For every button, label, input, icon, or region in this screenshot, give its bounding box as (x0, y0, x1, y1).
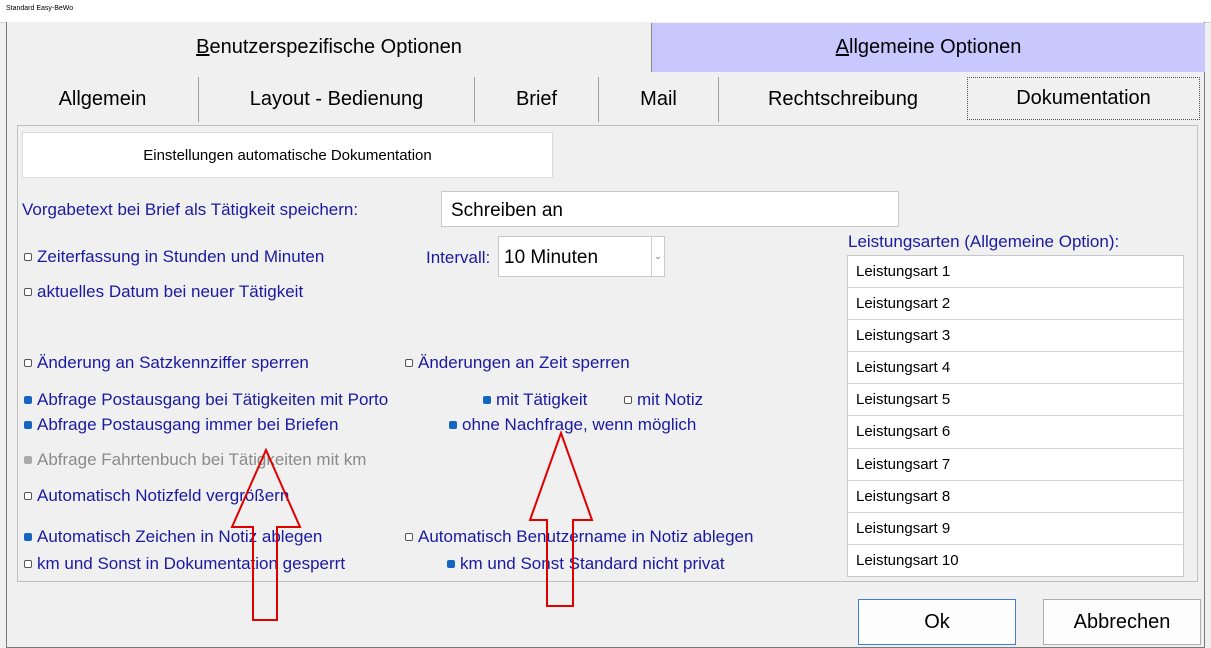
tab-label: Rechtschreibung (767, 88, 919, 110)
list-item[interactable]: Leistungsart 4 (848, 352, 1183, 385)
checkbox-label: mit Notiz (637, 390, 704, 409)
tab-label: Brief (515, 88, 558, 110)
checkbox-box (405, 359, 413, 367)
window-title: Standard Easy-BeWo (6, 5, 74, 12)
tab-mail[interactable]: Mail (599, 77, 719, 122)
checkbox-label: Automatisch Notizfeld vergrößern (37, 486, 290, 505)
tab-allgemeine-optionen[interactable]: Allgemeine Optionen (652, 23, 1205, 72)
leistungsarten-list[interactable]: Leistungsart 1 Leistungsart 2 Leistungsa… (847, 255, 1184, 577)
checkbox-label: Änderung an Satzkennziffer sperren (37, 353, 309, 372)
checkbox-label: Zeiterfassung in Stunden und Minuten (37, 247, 325, 266)
vorgabetext-label: Vorgabetext bei Brief als Tätigkeit spei… (22, 200, 359, 219)
vorgabetext-input[interactable]: Schreiben an (441, 191, 899, 227)
ohne-nachfrage-checkbox[interactable]: ohne Nachfrage, wenn möglich (449, 415, 696, 435)
list-item[interactable]: Leistungsart 10 (848, 545, 1183, 577)
tab-label: Mail (640, 88, 677, 110)
tab-label-mnemonic: B (196, 36, 210, 58)
checkbox-box (24, 359, 32, 367)
km-gesperrt-checkbox[interactable]: km und Sonst in Dokumentation gesperrt (24, 554, 345, 574)
fahrtenbuch-checkbox: Abfrage Fahrtenbuch bei Tätigkeiten mit … (24, 450, 366, 470)
checkbox-box (449, 421, 457, 429)
notizfeld-checkbox[interactable]: Automatisch Notizfeld vergrößern (24, 486, 289, 506)
title-bar: Standard Easy-BeWo (0, 0, 1211, 23)
checkbox-box (24, 396, 32, 404)
list-item[interactable]: Leistungsart 6 (848, 416, 1183, 449)
zeichen-notiz-checkbox[interactable]: Automatisch Zeichen in Notiz ablegen (24, 527, 322, 547)
satzkennziffer-checkbox[interactable]: Änderung an Satzkennziffer sperren (24, 353, 309, 373)
checkbox-box (24, 533, 32, 541)
tab-dokumentation[interactable]: Dokumentation (967, 77, 1200, 120)
tab-label-rest: llgemeine Optionen (849, 36, 1022, 58)
intervall-select[interactable]: 10 Minuten ⌄ (498, 236, 665, 277)
checkbox-box (24, 288, 32, 296)
tab-label: Allgemein (58, 88, 147, 110)
postausgang-briefe-checkbox[interactable]: Abfrage Postausgang immer bei Briefen (24, 415, 338, 435)
checkbox-box (24, 421, 32, 429)
tab-benutzerspezifische-optionen[interactable]: Benutzerspezifische Optionen (7, 23, 652, 72)
tab-layout-bedienung[interactable]: Layout - Bedienung (199, 77, 475, 122)
checkbox-label: km und Sonst Standard nicht privat (460, 554, 725, 573)
checkbox-label: Automatisch Benutzername in Notiz ablege… (418, 527, 754, 546)
list-item[interactable]: Leistungsart 3 (848, 320, 1183, 353)
zeit-sperren-checkbox[interactable]: Änderungen an Zeit sperren (405, 353, 630, 373)
cancel-button[interactable]: Abbrechen (1043, 599, 1201, 645)
tab-rechtschreibung[interactable]: Rechtschreibung (719, 77, 967, 122)
list-item[interactable]: Leistungsart 9 (848, 513, 1183, 545)
checkbox-box (405, 533, 413, 541)
list-item[interactable]: Leistungsart 7 (848, 449, 1183, 481)
section-header-label: Einstellungen automatische Dokumentation (143, 146, 432, 164)
list-item[interactable]: Leistungsart 2 (848, 288, 1183, 321)
list-item[interactable]: Leistungsart 1 (848, 256, 1183, 289)
benutzername-notiz-checkbox[interactable]: Automatisch Benutzername in Notiz ablege… (405, 527, 753, 547)
checkbox-box (483, 396, 491, 404)
mit-notiz-checkbox[interactable]: mit Notiz (624, 390, 703, 410)
tab-allgemein[interactable]: Allgemein (7, 77, 199, 122)
checkbox-label: Abfrage Fahrtenbuch bei Tätigkeiten mit … (37, 450, 367, 469)
tab-label: Dokumentation (1016, 87, 1151, 109)
zeiterfassung-checkbox[interactable]: Zeiterfassung in Stunden und Minuten (24, 247, 324, 267)
checkbox-box (24, 456, 32, 464)
tab-label-mnemonic: A (835, 36, 849, 58)
tab-label: Layout - Bedienung (249, 88, 424, 110)
checkbox-box (447, 560, 455, 568)
list-item[interactable]: Leistungsart 5 (848, 384, 1183, 417)
checkbox-label: mit Tätigkeit (496, 390, 588, 409)
checkbox-label: km und Sonst in Dokumentation gesperrt (37, 554, 346, 573)
tab-label-rest: enutzerspezifische Optionen (209, 36, 462, 58)
intervall-value: 10 Minuten (504, 247, 599, 268)
checkbox-label: aktuelles Datum bei neuer Tätigkeit (37, 282, 304, 301)
chevron-down-icon: ⌄ (651, 237, 664, 276)
mit-taetigkeit-checkbox[interactable]: mit Tätigkeit (483, 390, 587, 410)
km-privat-checkbox[interactable]: km und Sonst Standard nicht privat (447, 554, 725, 574)
tab-brief[interactable]: Brief (475, 77, 599, 122)
checkbox-box (624, 396, 632, 404)
aktuelles-datum-checkbox[interactable]: aktuelles Datum bei neuer Tätigkeit (24, 282, 303, 302)
ok-button[interactable]: Ok (858, 599, 1016, 645)
section-header-button[interactable]: Einstellungen automatische Dokumentation (22, 132, 553, 178)
intervall-label: Intervall: (426, 248, 491, 267)
checkbox-label: Abfrage Postausgang bei Tätigkeiten mit … (37, 390, 389, 409)
checkbox-label: Abfrage Postausgang immer bei Briefen (37, 415, 339, 434)
checkbox-label: Automatisch Zeichen in Notiz ablegen (37, 527, 323, 546)
ok-label: Ok (924, 610, 950, 633)
checkbox-label: Änderungen an Zeit sperren (418, 353, 630, 372)
sub-tab-bar: Allgemein Layout - Bedienung Brief Mail … (7, 72, 1205, 124)
cancel-label: Abbrechen (1073, 610, 1171, 633)
list-item[interactable]: Leistungsart 8 (848, 481, 1183, 513)
checkbox-label: ohne Nachfrage, wenn möglich (462, 415, 697, 434)
postausgang-porto-checkbox[interactable]: Abfrage Postausgang bei Tätigkeiten mit … (24, 390, 388, 410)
checkbox-box (24, 253, 32, 261)
leistungsarten-title: Leistungsarten (Allgemeine Option): (848, 232, 1120, 251)
checkbox-box (24, 492, 32, 500)
checkbox-box (24, 560, 32, 568)
